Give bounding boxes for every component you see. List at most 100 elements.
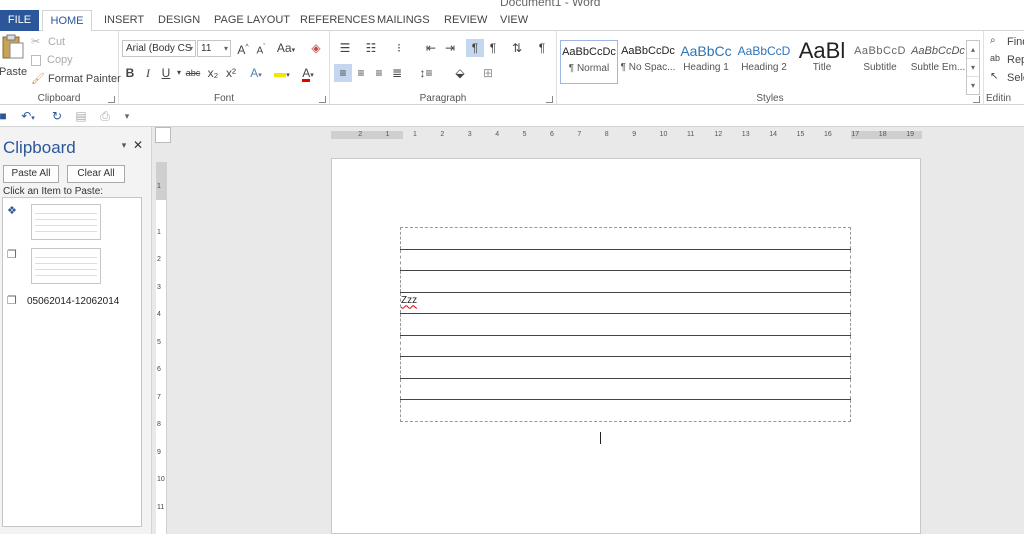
ruler-tick-label: 5 xyxy=(522,131,527,138)
table-cell[interactable] xyxy=(400,313,851,336)
style-title[interactable]: AaBl Title xyxy=(793,40,851,84)
superscript-button[interactable]: x² xyxy=(222,64,240,82)
tab-insert[interactable]: INSERT xyxy=(94,10,154,31)
multilevel-list-button[interactable]: ⁝ xyxy=(388,39,410,57)
document-page[interactable]: Zzz xyxy=(331,158,921,534)
style-heading-1[interactable]: AaBbCc Heading 1 xyxy=(677,40,735,84)
chevron-down-icon[interactable]: ▾ xyxy=(967,59,979,77)
table-cell[interactable] xyxy=(400,356,851,379)
italic-button[interactable]: I xyxy=(139,64,157,82)
highlight-button[interactable]: ▾ xyxy=(271,64,293,82)
undo-button[interactable]: ↶▾ xyxy=(14,107,42,125)
print-preview-button[interactable]: ▤ xyxy=(72,107,90,125)
shrink-font-button[interactable]: Aˇ xyxy=(252,39,270,57)
vertical-ruler[interactable]: 1 1 2 3 4 5 6 7 8 9 10 11 xyxy=(156,162,167,534)
paste-button[interactable]: Paste xyxy=(0,34,27,84)
document-clip-icon: ❐ xyxy=(7,249,17,261)
ruler-tick-label: 2 xyxy=(358,131,363,138)
font-launcher-icon[interactable] xyxy=(319,96,326,103)
align-center-icon: ≡ xyxy=(357,66,365,80)
clear-formatting-button[interactable]: ◈ xyxy=(307,39,325,57)
text-effects-button[interactable]: A▾ xyxy=(247,64,265,82)
document-table[interactable]: Zzz xyxy=(400,227,851,422)
save-icon[interactable]: ■ xyxy=(0,107,12,125)
paragraph-group-label: Paragraph xyxy=(419,93,467,104)
tab-review[interactable]: REVIEW xyxy=(434,10,497,31)
sort-button[interactable]: ⇅ xyxy=(508,39,526,57)
quick-print-button[interactable]: ⎙ xyxy=(96,107,114,125)
decrease-indent-button[interactable]: ⇤ xyxy=(422,39,440,57)
paste-all-button[interactable]: Paste All xyxy=(3,165,59,183)
numbered-list-icon: ☷ xyxy=(365,41,377,55)
document-area[interactable]: 2 1 1 2 3 4 5 6 7 8 9 10 11 12 13 14 15 16 17 18 19 11234567… xyxy=(153,127,1024,534)
change-case-button[interactable]: Aa▾ xyxy=(274,39,298,57)
clipboard-launcher-icon[interactable] xyxy=(108,96,115,103)
bullets-button[interactable]: ☰ xyxy=(334,39,356,57)
chevron-down-icon: ▾ xyxy=(188,44,193,53)
window-title: Document1 - Word xyxy=(500,0,601,9)
style-name: Subtle Em... xyxy=(910,62,966,73)
tab-home[interactable]: HOME xyxy=(42,10,92,32)
tab-file[interactable]: FILE xyxy=(0,10,39,31)
redo-button[interactable]: ↻ xyxy=(48,107,66,125)
styles-launcher-icon[interactable] xyxy=(973,96,980,103)
shading-button[interactable]: ⬙ xyxy=(448,64,472,82)
numbering-button[interactable]: ☷ xyxy=(360,39,382,57)
borders-button[interactable]: ⊞ xyxy=(476,64,500,82)
font-name-dropdown[interactable]: Arial (Body CS ▾ xyxy=(122,40,196,57)
table-cell[interactable]: Zzz xyxy=(400,291,851,314)
font-color-button[interactable]: A▾ xyxy=(297,64,319,82)
tab-design[interactable]: DESIGN xyxy=(148,10,210,31)
tab-page-layout[interactable]: PAGE LAYOUT xyxy=(204,10,300,31)
clipboard-item[interactable]: ❖ xyxy=(3,202,141,244)
table-cell[interactable] xyxy=(400,334,851,357)
rtl-button[interactable]: ¶ xyxy=(484,39,502,57)
show-hide-button[interactable]: ¶ xyxy=(533,39,551,57)
clipboard-group-label: Clipboard xyxy=(37,93,81,104)
horizontal-ruler[interactable]: 2 1 1 2 3 4 5 6 7 8 9 10 11 12 13 14 15 16 17 18 19 xyxy=(331,130,922,140)
align-left-button[interactable]: ≡ xyxy=(334,64,352,82)
paragraph-launcher-icon[interactable] xyxy=(546,96,553,103)
increase-indent-button[interactable]: ⇥ xyxy=(441,39,459,57)
table-cell[interactable] xyxy=(400,399,851,422)
styles-gallery-scroll[interactable]: ▴ ▾ ▾ xyxy=(966,40,980,95)
subscript-button[interactable]: x₂ xyxy=(204,64,222,82)
grow-font-button[interactable]: A^ xyxy=(234,39,252,57)
select-button[interactable]: ↖ Sele xyxy=(990,71,1024,85)
style-no-spacing[interactable]: AaBbCcDc ¶ No Spac... xyxy=(619,40,677,84)
strikethrough-button[interactable]: abc xyxy=(183,64,203,82)
customize-qat-button[interactable]: ▾ xyxy=(118,107,136,125)
clipboard-item[interactable]: ❐ xyxy=(3,246,141,288)
clipboard-item[interactable]: ❐ 05062014-12062014 xyxy=(3,294,141,310)
table-row xyxy=(400,399,851,422)
cut-button[interactable]: ✂ Cut xyxy=(31,35,65,49)
style-heading-2[interactable]: AaBbCcD Heading 2 xyxy=(735,40,793,84)
align-right-button[interactable]: ≡ xyxy=(370,64,388,82)
bold-button[interactable]: B xyxy=(121,64,139,82)
format-painter-button[interactable]: 🖌 Format Painter xyxy=(31,72,121,86)
ribbon: Paste ✂ Cut Copy 🖌 Format Painter Clipbo… xyxy=(0,31,1024,105)
ribbon-tab-bar: FILE HOME INSERT DESIGN PAGE LAYOUT REFE… xyxy=(0,10,1024,32)
tab-mailings[interactable]: MAILINGS xyxy=(367,10,440,31)
replace-button[interactable]: ab Rep xyxy=(990,53,1024,67)
clear-all-button[interactable]: Clear All xyxy=(67,165,125,183)
justify-button[interactable]: ≣ xyxy=(388,64,406,82)
align-center-button[interactable]: ≡ xyxy=(352,64,370,82)
style-subtitle[interactable]: AaBbCcD Subtitle xyxy=(851,40,909,84)
ltr-button[interactable]: ¶ xyxy=(466,39,484,57)
copy-button[interactable]: Copy xyxy=(31,54,73,66)
table-cell[interactable] xyxy=(400,248,851,271)
font-group: Arial (Body CS ▾ 11 ▾ A^ Aˇ Aa▾ ◈ B I U ▾ … xyxy=(119,31,330,105)
tab-view[interactable]: VIEW xyxy=(490,10,538,31)
line-spacing-button[interactable]: ↕≡ xyxy=(414,64,438,82)
style-subtle-emphasis[interactable]: AaBbCcDc Subtle Em... xyxy=(909,40,967,84)
font-size-dropdown[interactable]: 11 ▾ xyxy=(197,40,231,57)
find-button[interactable]: ⌕ Find xyxy=(990,35,1024,49)
tab-selector[interactable] xyxy=(155,127,171,143)
table-cell[interactable] xyxy=(400,270,851,293)
chevron-up-icon[interactable]: ▴ xyxy=(967,41,979,59)
close-pane-button[interactable]: ✕ xyxy=(129,136,147,154)
style-normal[interactable]: AaBbCcDc ¶ Normal xyxy=(560,40,618,84)
table-cell[interactable] xyxy=(400,377,851,400)
table-cell[interactable] xyxy=(400,227,851,250)
